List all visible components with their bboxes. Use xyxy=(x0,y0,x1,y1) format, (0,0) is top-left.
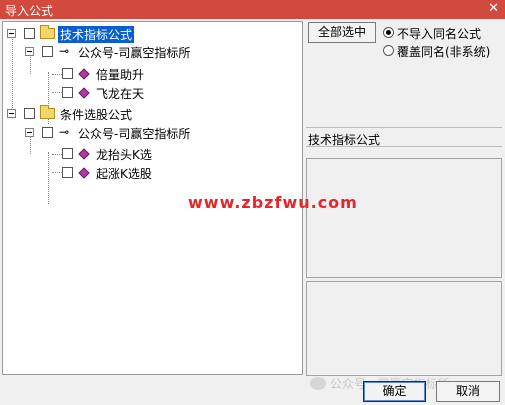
group-checkbox[interactable] xyxy=(24,28,35,39)
formula-label[interactable]: 起涨K选股 xyxy=(96,165,152,182)
title-bar: 导入公式 ✕ xyxy=(0,0,505,19)
folder-icon xyxy=(40,25,55,39)
tree-group-node[interactable]: 技术指标公式 xyxy=(3,25,303,43)
ok-button[interactable]: 确定 xyxy=(363,381,426,402)
select-all-button[interactable]: 全部选中 xyxy=(308,22,376,43)
current-formula-name-text: 技术指标公式 xyxy=(308,133,381,147)
formula-label[interactable]: 飞龙在天 xyxy=(96,85,144,102)
collapse-icon[interactable] xyxy=(25,128,34,137)
author-label[interactable]: 公众号-司赢空指标所 xyxy=(78,125,190,142)
radio-skip-duplicates[interactable]: 不导入同名公式 xyxy=(383,25,503,41)
formula-diamond-icon xyxy=(78,148,90,160)
formula-checkbox[interactable] xyxy=(62,87,73,98)
tree-group-node[interactable]: 条件选股公式 xyxy=(3,105,303,123)
formula-description-box[interactable] xyxy=(306,158,502,278)
current-formula-name: 技术指标公式 xyxy=(306,127,502,147)
formula-diamond-icon xyxy=(78,167,90,179)
author-label[interactable]: 公众号-司赢空指标所 xyxy=(78,44,190,61)
radio-indicator[interactable] xyxy=(383,45,394,56)
key-icon: ⊸ xyxy=(59,44,70,58)
formula-checkbox[interactable] xyxy=(62,68,73,79)
tree-formula-node[interactable]: 飞龙在天 xyxy=(3,84,303,102)
tree-author-node[interactable]: ⊸ 公众号-司赢空指标所 xyxy=(3,43,303,61)
folder-icon xyxy=(40,105,55,119)
wechat-icon xyxy=(310,377,326,390)
radio-indicator[interactable] xyxy=(383,27,394,38)
group-label[interactable]: 技术指标公式 xyxy=(58,26,135,43)
formula-checkbox[interactable] xyxy=(62,148,73,159)
radio-overwrite-duplicates[interactable]: 覆盖同名(非系统) xyxy=(383,43,503,59)
collapse-icon[interactable] xyxy=(7,29,16,38)
formula-diamond-icon xyxy=(78,68,90,80)
formula-label[interactable]: 龙抬头K选 xyxy=(96,146,152,163)
tree-formula-node[interactable]: 龙抬头K选 xyxy=(3,145,303,163)
formula-parameters-box[interactable] xyxy=(306,281,502,376)
key-icon: ⊸ xyxy=(59,125,70,139)
group-label[interactable]: 条件选股公式 xyxy=(60,106,132,123)
author-checkbox[interactable] xyxy=(42,127,53,138)
formula-label[interactable]: 倍量助升 xyxy=(96,66,144,83)
radio-label: 覆盖同名(非系统) xyxy=(397,45,491,59)
close-icon[interactable]: ✕ xyxy=(488,1,499,16)
formula-diamond-icon xyxy=(78,87,90,99)
tree-formula-node[interactable]: 起涨K选股 xyxy=(3,164,303,182)
cancel-button[interactable]: 取消 xyxy=(436,381,500,402)
formula-checkbox[interactable] xyxy=(62,167,73,178)
collapse-icon[interactable] xyxy=(7,109,16,118)
tree-author-node[interactable]: ⊸ 公众号-司赢空指标所 xyxy=(3,124,303,142)
collapse-icon[interactable] xyxy=(25,47,34,56)
tree-formula-node[interactable]: 倍量助升 xyxy=(3,65,303,83)
website-watermark: www.zbzfwu.com xyxy=(188,193,358,212)
window-title: 导入公式 xyxy=(5,4,54,18)
author-checkbox[interactable] xyxy=(42,46,53,57)
group-checkbox[interactable] xyxy=(24,108,35,119)
radio-label: 不导入同名公式 xyxy=(397,27,482,41)
